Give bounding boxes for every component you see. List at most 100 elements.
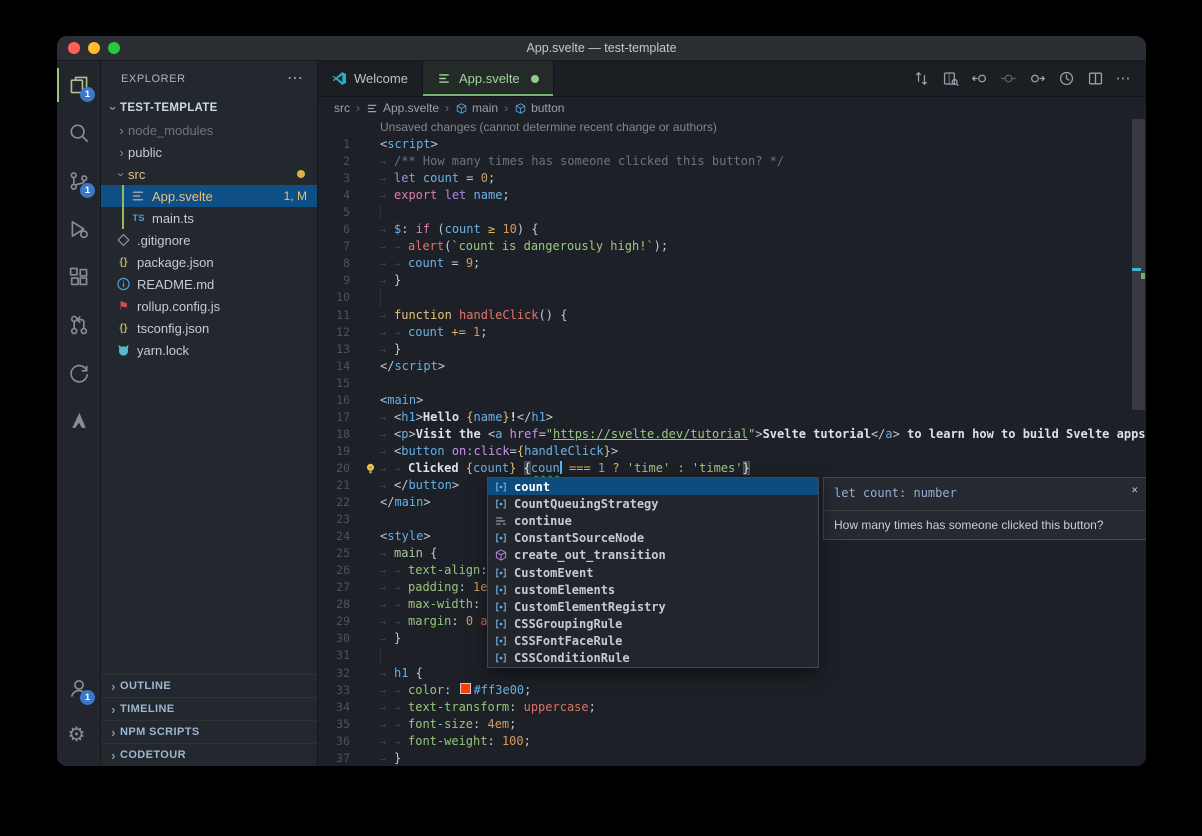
suggestion-CustomElementRegistry[interactable]: CustomElementRegistry (488, 598, 818, 615)
prev-change-icon (971, 70, 988, 87)
sidebar-more-actions[interactable]: ⋯ (287, 74, 303, 84)
breadcrumb-app-svelte[interactable]: App.svelte (366, 101, 439, 115)
line-number: 25 (318, 545, 364, 562)
suggestion-CSSGroupingRule[interactable]: CSSGroupingRule (488, 616, 818, 633)
section-timeline[interactable]: ›TIMELINE (101, 697, 317, 720)
file-App.svelte[interactable]: App.svelte1, M (101, 185, 317, 207)
code-line-11[interactable]: 11→function handleClick() { (318, 307, 1146, 324)
suggestion-count[interactable]: count (488, 478, 818, 495)
suggestion-customElements[interactable]: customElements (488, 581, 818, 598)
activity-settings[interactable]: ⚙ (57, 712, 100, 760)
tab-indent: → (380, 427, 394, 444)
next-change-button[interactable] (1027, 69, 1047, 89)
file-src[interactable]: ›src (101, 163, 317, 185)
lightbulb-icon[interactable] (364, 462, 377, 475)
tab-indent: → (380, 734, 394, 751)
line-number: 15 (318, 375, 364, 392)
code-line-19[interactable]: 19→<button on:click={handleClick}> (318, 443, 1146, 460)
code-line-1[interactable]: 1<script> (318, 136, 1146, 153)
code-lines: 1<script>2→/** How many times has someon… (318, 136, 1146, 766)
code-line-12[interactable]: 12→→count += 1; (318, 324, 1146, 341)
activity-pull-requests[interactable] (57, 301, 100, 349)
more-actions-button[interactable]: ⋯ (1114, 69, 1134, 89)
chevron-down-icon: › (114, 168, 129, 181)
tree-root-test-template[interactable]: › TEST-TEMPLATE (101, 97, 317, 119)
open-changes-button[interactable] (911, 69, 931, 89)
code-line-34[interactable]: 34→→text-transform: uppercase; (318, 699, 1146, 716)
code-line-18[interactable]: 18→<p>Visit the <a href="https://svelte.… (318, 426, 1146, 443)
minimize-button[interactable] (88, 42, 100, 54)
file-README.md[interactable]: README.md (101, 273, 317, 295)
code-line-35[interactable]: 35→→font-size: 4em; (318, 716, 1146, 733)
suggestion-ConstantSourceNode[interactable]: ConstantSourceNode (488, 530, 818, 547)
breadcrumb-button[interactable]: button (514, 101, 564, 115)
open-preview-button[interactable] (940, 69, 960, 89)
unsaved-dot (531, 75, 539, 83)
code-line-17[interactable]: 17→<h1>Hello {name}!</h1> (318, 409, 1146, 426)
code-line-7[interactable]: 7→→alert(`count is dangerously high!`); (318, 238, 1146, 255)
close-icon[interactable]: ✕ (1131, 483, 1138, 496)
tab-indent: → (380, 273, 394, 290)
close-button[interactable] (68, 42, 80, 54)
file-public[interactable]: ›public (101, 141, 317, 163)
file-tsconfig.json[interactable]: {}tsconfig.json (101, 317, 317, 339)
file-yarn.lock[interactable]: yarn.lock (101, 339, 317, 361)
suggestion-continue[interactable]: continue (488, 512, 818, 529)
file-history-button[interactable] (1056, 69, 1076, 89)
file-.gitignore[interactable]: .gitignore (101, 229, 317, 251)
section-codetour[interactable]: ›CODETOUR (101, 743, 317, 766)
activity-azure[interactable] (57, 397, 100, 445)
code-line-5[interactable]: 5 (318, 204, 1146, 221)
scrollbar-marker-green (1141, 273, 1145, 279)
code-line-33[interactable]: 33→→color: #ff3e00; (318, 682, 1146, 699)
suggestion-CustomEvent[interactable]: CustomEvent (488, 564, 818, 581)
activity-search[interactable] (57, 109, 100, 157)
code-editor[interactable]: Unsaved changes (cannot determine recent… (318, 119, 1146, 766)
suggestion-create_out_transition[interactable]: create_out_transition (488, 547, 818, 564)
code-line-14[interactable]: 14</script> (318, 358, 1146, 375)
code-line-37[interactable]: 37→} (318, 750, 1146, 766)
file-package.json[interactable]: {}package.json (101, 251, 317, 273)
code-line-6[interactable]: 6→$: if (count ≥ 10) { (318, 221, 1146, 238)
code-line-3[interactable]: 3→let count = 0; (318, 170, 1146, 187)
code-line-9[interactable]: 9→} (318, 272, 1146, 289)
file-node_modules[interactable]: ›node_modules (101, 119, 317, 141)
activity-accounts[interactable]: 1 (57, 664, 100, 712)
suggestion-CSSConditionRule[interactable]: CSSConditionRule (488, 650, 818, 667)
file-label: App.svelte (152, 189, 213, 204)
file-rollup.config.js[interactable]: ⚑rollup.config.js (101, 295, 317, 317)
breadcrumb-label: src (334, 101, 350, 115)
code-line-8[interactable]: 8→→count = 9; (318, 255, 1146, 272)
activity-source-control[interactable]: 1 (57, 157, 100, 205)
code-line-15[interactable]: 15 (318, 375, 1146, 392)
code-line-10[interactable]: 10 (318, 289, 1146, 306)
breadcrumb-src[interactable]: src (334, 101, 350, 115)
code-line-2[interactable]: 2→/** How many times has someone clicked… (318, 153, 1146, 170)
tab-app-svelte[interactable]: App.svelte (423, 61, 554, 96)
code-line-13[interactable]: 13→} (318, 341, 1146, 358)
code-line-16[interactable]: 16<main> (318, 392, 1146, 409)
file-main.ts[interactable]: TSmain.ts (101, 207, 317, 229)
breadcrumb-main[interactable]: main (455, 101, 498, 115)
previous-change-button[interactable] (969, 69, 989, 89)
activity-live-share[interactable] (57, 349, 100, 397)
section-npm-scripts[interactable]: ›NPM SCRIPTS (101, 720, 317, 743)
zoom-button[interactable] (108, 42, 120, 54)
tab-welcome[interactable]: Welcome (318, 61, 423, 96)
scrollbar-marker-teal (1132, 268, 1141, 271)
code-line-20[interactable]: 20→→Clicked {count} {coun === 1 ? 'time'… (318, 460, 1146, 477)
scrollbar-thumb[interactable] (1132, 119, 1145, 410)
code-line-4[interactable]: 4→export let name; (318, 187, 1146, 204)
suggestion-CountQueuingStrategy[interactable]: CountQueuingStrategy (488, 495, 818, 512)
activity-extensions[interactable] (57, 253, 100, 301)
activity-run-debug[interactable] (57, 205, 100, 253)
split-editor-button[interactable] (1085, 69, 1105, 89)
suggestion-CSSFontFaceRule[interactable]: CSSFontFaceRule (488, 633, 818, 650)
symbol-variable-icon (494, 651, 508, 665)
section-outline[interactable]: ›OUTLINE (101, 674, 317, 697)
current-change-button[interactable] (998, 69, 1018, 89)
activity-explorer[interactable]: 1 (57, 61, 100, 109)
git-file-icon (115, 232, 132, 248)
code-line-36[interactable]: 36→→font-weight: 100; (318, 733, 1146, 750)
ellipsis-icon: ⋯ (1116, 70, 1133, 87)
